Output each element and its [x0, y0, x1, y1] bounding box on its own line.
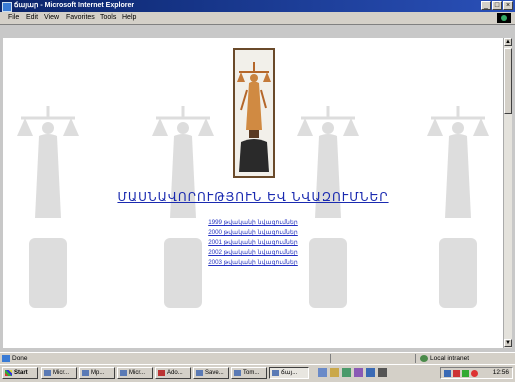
taskbar-button-4[interactable]: Ado...: [155, 367, 191, 379]
taskbar-label: Ado...: [167, 370, 183, 376]
windows-start-icon: [5, 370, 12, 376]
menu-view[interactable]: View: [44, 14, 59, 21]
link-2002[interactable]: 2002 թվականի նվազումներ: [3, 248, 503, 258]
taskbar-label: Micr...: [129, 370, 145, 376]
quicklaunch-icon[interactable]: [342, 368, 351, 377]
menu-tools[interactable]: Tools: [100, 14, 116, 21]
link-2001[interactable]: 2001 թվականի նվազումներ: [3, 238, 503, 248]
app-icon: [82, 370, 89, 376]
year-links-list: 1999 թվականի նվազումներ 2000 թվականի նվա…: [3, 218, 503, 268]
start-label: Start: [14, 370, 28, 376]
status-text: Done: [12, 355, 28, 362]
tray-icon[interactable]: [444, 370, 451, 377]
window-titlebar: ճայար - Microsoft Internet Explorer _ □ …: [0, 0, 515, 12]
tray-icon[interactable]: [462, 370, 469, 377]
justice-statue-image: [233, 48, 275, 178]
status-divider: [415, 354, 416, 363]
vertical-scrollbar[interactable]: ▲ ▼: [503, 38, 512, 348]
link-1999[interactable]: 1999 թվականի նվազումներ: [3, 218, 503, 228]
statusbar: Done Local intranet: [0, 352, 515, 364]
maximize-button[interactable]: □: [492, 1, 502, 10]
scroll-up-button[interactable]: ▲: [504, 38, 512, 46]
taskbar-button-6[interactable]: Tom...: [231, 367, 267, 379]
app-icon: [196, 370, 203, 376]
tray-icon[interactable]: [453, 370, 460, 377]
link-2000[interactable]: 2000 թվականի նվազումներ: [3, 228, 503, 238]
taskbar-button-2[interactable]: Mp...: [79, 367, 115, 379]
ie-icon: [2, 2, 12, 12]
menu-edit[interactable]: Edit: [26, 14, 38, 21]
taskbar-button-5[interactable]: Save...: [193, 367, 229, 379]
ie-page-icon: [2, 355, 10, 362]
menu-help[interactable]: Help: [122, 14, 136, 21]
clock[interactable]: 12:56: [493, 369, 509, 376]
minimize-button[interactable]: _: [481, 1, 491, 10]
quicklaunch-icon[interactable]: [378, 368, 387, 377]
system-tray: 12:56: [440, 367, 513, 379]
taskbar-button-1[interactable]: Micr...: [41, 367, 77, 379]
window-title: ճայար - Microsoft Internet Explorer: [14, 2, 135, 9]
app-icon: [120, 370, 127, 376]
taskbar-label: Micr...: [53, 370, 69, 376]
taskbar-button-active[interactable]: ճայ...: [269, 367, 309, 379]
link-2003[interactable]: 2003 թվականի նվազումներ: [3, 258, 503, 268]
menu-file[interactable]: File: [8, 14, 19, 21]
scroll-thumb[interactable]: [504, 48, 512, 114]
acrobat-icon: [158, 370, 165, 376]
menubar: File Edit View Favorites Tools Help: [0, 12, 515, 25]
word-icon: [44, 370, 51, 376]
security-zone: Local intranet: [430, 355, 470, 362]
close-button[interactable]: ×: [503, 1, 513, 10]
quicklaunch-icon[interactable]: [318, 368, 327, 377]
window-controls: _ □ ×: [481, 1, 513, 10]
taskbar-button-3[interactable]: Micr...: [117, 367, 153, 379]
intranet-icon: [420, 355, 428, 362]
status-divider: [330, 354, 331, 363]
tray-icon[interactable]: [471, 370, 478, 377]
menu-favorites[interactable]: Favorites: [66, 14, 95, 21]
scroll-down-button[interactable]: ▼: [504, 339, 512, 347]
page-title[interactable]: ՄԱՍՆԱՎՈՐՈՒԹՅՈՒՆ ԵՎ ՆՎԱԶՈՒՄՆԵՐ: [3, 190, 503, 204]
quicklaunch-icon[interactable]: [354, 368, 363, 377]
taskbar: Start Micr... Mp... Micr... Ado... Save.…: [0, 364, 515, 382]
windows-logo-icon: [497, 13, 511, 23]
taskbar-label: Save...: [205, 370, 224, 376]
quicklaunch-icon[interactable]: [366, 368, 375, 377]
taskbar-label: Mp...: [91, 370, 105, 376]
page-content: ՄԱՍՆԱՎՈՐՈՒԹՅՈՒՆ ԵՎ ՆՎԱԶՈՒՄՆԵՐ 1999 թվակա…: [3, 38, 503, 348]
app-icon: [234, 370, 241, 376]
quicklaunch-icon[interactable]: [330, 368, 339, 377]
ie-icon: [272, 370, 279, 376]
taskbar-label: ճայ...: [281, 370, 298, 376]
taskbar-label: Tom...: [243, 370, 260, 376]
start-button[interactable]: Start: [2, 367, 38, 379]
